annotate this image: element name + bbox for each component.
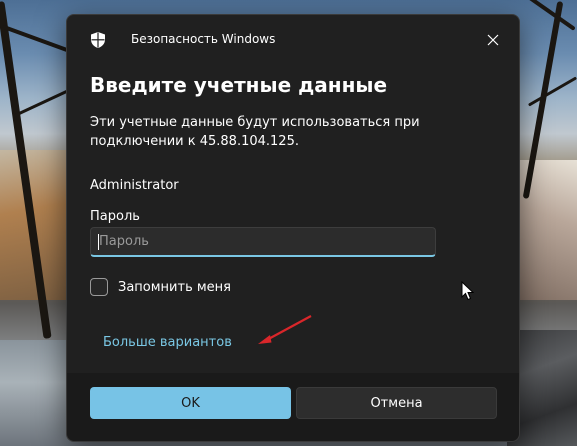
password-input[interactable] [90, 227, 436, 257]
shield-icon [91, 32, 105, 48]
dialog-footer: OK Отмена [67, 373, 519, 441]
app-title: Безопасность Windows [131, 32, 276, 46]
remember-me-row[interactable]: Запомнить меня [90, 276, 231, 298]
dialog-heading: Введите учетные данные [90, 73, 388, 97]
wallpaper-tree-branch [527, 76, 577, 107]
text-caret [98, 234, 99, 250]
mouse-cursor-icon [461, 281, 475, 301]
username-label: Administrator [90, 178, 179, 193]
title-bar: Безопасность Windows [67, 15, 519, 65]
close-icon [487, 34, 499, 46]
ok-button[interactable]: OK [90, 387, 291, 419]
more-options-link[interactable]: Больше вариантов [103, 335, 232, 350]
dialog-description: Эти учетные данные будут использоваться … [90, 115, 420, 149]
remember-me-checkbox[interactable] [90, 278, 108, 296]
password-label: Пароль [90, 209, 140, 224]
close-button[interactable] [475, 25, 511, 55]
wallpaper-tree-branch [524, 0, 576, 31]
credentials-dialog: Безопасность Windows Введите учетные дан… [66, 14, 520, 442]
red-arrow-icon [258, 315, 312, 344]
remember-me-label[interactable]: Запомнить меня [118, 280, 231, 295]
cancel-button[interactable]: Отмена [296, 387, 497, 419]
